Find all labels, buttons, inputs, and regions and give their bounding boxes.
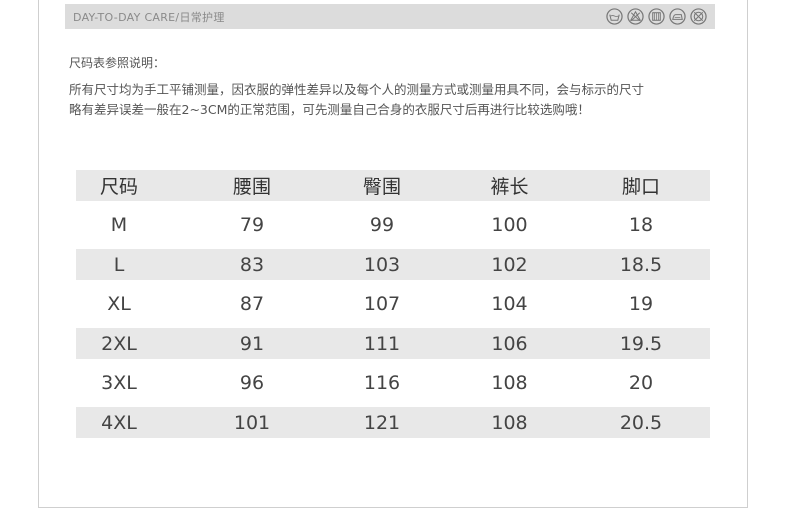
waist-cell: 91 bbox=[239, 332, 265, 355]
size-cell: 4XL bbox=[101, 411, 137, 434]
length-cell: 108 bbox=[491, 372, 528, 394]
size-cell: 3XL bbox=[101, 372, 137, 394]
waist-cell: 87 bbox=[239, 293, 265, 315]
wash-tub-icon bbox=[606, 8, 623, 25]
table-row: 2XL 91 111 106 19.5 bbox=[76, 328, 710, 359]
hip-cell: 103 bbox=[363, 253, 401, 276]
hem-cell: 20.5 bbox=[619, 411, 663, 434]
size-cell: L bbox=[113, 253, 125, 276]
size-note-line: 略有差异误差一般在2~3CM的正常范围，可先测量自己合身的衣服尺寸后再进行比较选… bbox=[69, 102, 590, 117]
hem-cell: 18 bbox=[628, 214, 654, 236]
waist-cell: 83 bbox=[239, 253, 265, 276]
header-waist: 腰围 bbox=[232, 176, 271, 198]
size-note-body: 所有尺寸均为手工平铺测量，因衣服的弹性差异以及每个人的测量方式或测量用具不同，会… bbox=[69, 80, 719, 120]
table-header-row: 尺码 腰围 臀围 裤长 脚口 bbox=[76, 170, 710, 201]
no-dry-clean-icon bbox=[690, 8, 707, 25]
header-length: 裤长 bbox=[490, 176, 529, 198]
size-cell: M bbox=[110, 214, 128, 236]
care-header-bar: DAY-TO-DAY CARE/日常护理 bbox=[65, 4, 715, 29]
size-cell: 2XL bbox=[101, 332, 137, 355]
size-note-line: 所有尺寸均为手工平铺测量，因衣服的弹性差异以及每个人的测量方式或测量用具不同，会… bbox=[69, 82, 645, 97]
table-row: XL 87 107 104 19 bbox=[76, 289, 710, 320]
header-size: 尺码 bbox=[99, 176, 138, 198]
waist-cell: 79 bbox=[239, 214, 265, 236]
size-cell: XL bbox=[107, 293, 131, 315]
care-header-title: DAY-TO-DAY CARE/日常护理 bbox=[73, 11, 225, 24]
header-hip: 臀围 bbox=[362, 176, 401, 198]
size-table: 尺码 腰围 臀围 裤长 脚口 M 79 99 100 18 L 83 103 1… bbox=[76, 170, 710, 447]
hem-cell: 19.5 bbox=[619, 332, 663, 355]
table-row: 4XL 101 121 108 20.5 bbox=[76, 407, 710, 438]
hem-cell: 18.5 bbox=[619, 253, 663, 276]
hem-cell: 20 bbox=[628, 372, 654, 394]
length-cell: 102 bbox=[491, 253, 528, 276]
header-hem: 脚口 bbox=[621, 176, 660, 198]
size-note-heading: 尺码表参照说明： bbox=[69, 56, 166, 70]
no-bleach-icon bbox=[627, 8, 644, 25]
length-cell: 100 bbox=[491, 214, 528, 236]
iron-icon bbox=[669, 8, 686, 25]
table-row: M 79 99 100 18 bbox=[76, 210, 710, 241]
waist-cell: 101 bbox=[233, 411, 271, 434]
tumble-dry-icon bbox=[648, 8, 665, 25]
care-icons bbox=[606, 8, 707, 25]
hip-cell: 121 bbox=[363, 411, 401, 434]
hip-cell: 107 bbox=[363, 293, 401, 315]
hip-cell: 116 bbox=[363, 372, 401, 394]
hip-cell: 99 bbox=[369, 214, 395, 236]
table-row: L 83 103 102 18.5 bbox=[76, 249, 710, 280]
length-cell: 104 bbox=[491, 293, 528, 315]
length-cell: 106 bbox=[491, 332, 528, 355]
length-cell: 108 bbox=[491, 411, 528, 434]
table-row: 3XL 96 116 108 20 bbox=[76, 368, 710, 399]
hip-cell: 111 bbox=[363, 332, 401, 355]
hem-cell: 19 bbox=[628, 293, 654, 315]
waist-cell: 96 bbox=[239, 372, 265, 394]
